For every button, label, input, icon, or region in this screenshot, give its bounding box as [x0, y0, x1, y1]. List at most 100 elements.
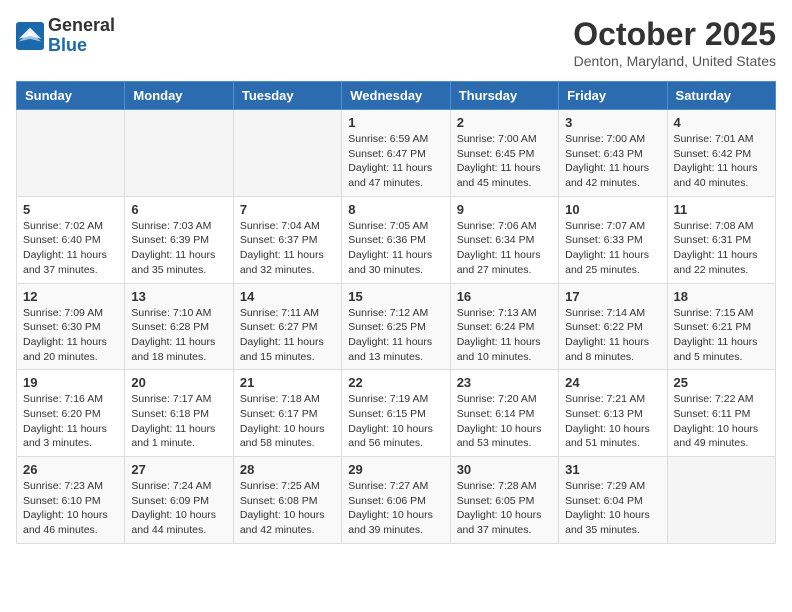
calendar-cell: 31 Sunrise: 7:29 AM Sunset: 6:04 PM Dayli… [559, 457, 667, 544]
day-number: 8 [348, 202, 443, 217]
calendar-cell: 3 Sunrise: 7:00 AM Sunset: 6:43 PM Daylig… [559, 110, 667, 197]
day-number: 13 [131, 289, 226, 304]
day-number: 5 [23, 202, 118, 217]
calendar-cell: 12 Sunrise: 7:09 AM Sunset: 6:30 PM Dayli… [17, 283, 125, 370]
day-info: Sunrise: 7:15 AM Sunset: 6:21 PM Dayligh… [674, 306, 769, 365]
day-info: Sunrise: 7:05 AM Sunset: 6:36 PM Dayligh… [348, 219, 443, 278]
weekday-header-sunday: Sunday [17, 82, 125, 110]
day-info: Sunrise: 7:16 AM Sunset: 6:20 PM Dayligh… [23, 392, 118, 451]
calendar-cell: 4Sunrise: 7:01 AM Sunset: 6:42 PM Daylig… [667, 110, 775, 197]
weekday-header-wednesday: Wednesday [342, 82, 450, 110]
calendar-cell: 18 Sunrise: 7:15 AM Sunset: 6:21 PM Dayli… [667, 283, 775, 370]
calendar-cell: 22Sunrise: 7:19 AM Sunset: 6:15 PM Dayli… [342, 370, 450, 457]
calendar-week-row: 1 Sunrise: 6:59 AM Sunset: 6:47 PM Daylig… [17, 110, 776, 197]
logo-text: General Blue [48, 16, 115, 56]
calendar-cell: 20 Sunrise: 7:17 AM Sunset: 6:18 PM Dayli… [125, 370, 233, 457]
weekday-header-thursday: Thursday [450, 82, 558, 110]
day-number: 16 [457, 289, 552, 304]
day-info: Sunrise: 7:14 AM Sunset: 6:22 PM Dayligh… [565, 306, 660, 365]
day-info: Sunrise: 7:25 AM Sunset: 6:08 PM Dayligh… [240, 479, 335, 538]
day-number: 28 [240, 462, 335, 477]
calendar-cell: 5 Sunrise: 7:02 AM Sunset: 6:40 PM Daylig… [17, 196, 125, 283]
weekday-header-row: SundayMondayTuesdayWednesdayThursdayFrid… [17, 82, 776, 110]
weekday-header-tuesday: Tuesday [233, 82, 341, 110]
day-number: 7 [240, 202, 335, 217]
calendar-week-row: 19 Sunrise: 7:16 AM Sunset: 6:20 PM Dayli… [17, 370, 776, 457]
day-info: Sunrise: 7:12 AM Sunset: 6:25 PM Dayligh… [348, 306, 443, 365]
day-number: 1 [348, 115, 443, 130]
logo-blue: Blue [48, 36, 115, 56]
calendar-cell: 9Sunrise: 7:06 AM Sunset: 6:34 PM Daylig… [450, 196, 558, 283]
day-info: Sunrise: 7:20 AM Sunset: 6:14 PM Dayligh… [457, 392, 552, 451]
day-info: Sunrise: 7:03 AM Sunset: 6:39 PM Dayligh… [131, 219, 226, 278]
calendar-cell: 11Sunrise: 7:08 AM Sunset: 6:31 PM Dayli… [667, 196, 775, 283]
day-info: Sunrise: 7:08 AM Sunset: 6:31 PM Dayligh… [674, 219, 769, 278]
day-info: Sunrise: 7:00 AM Sunset: 6:43 PM Dayligh… [565, 132, 660, 191]
weekday-header-saturday: Saturday [667, 82, 775, 110]
calendar-cell: 2Sunrise: 7:00 AM Sunset: 6:45 PM Daylig… [450, 110, 558, 197]
day-number: 24 [565, 375, 660, 390]
calendar-cell: 27Sunrise: 7:24 AM Sunset: 6:09 PM Dayli… [125, 457, 233, 544]
title-block: October 2025 Denton, Maryland, United St… [573, 16, 776, 69]
calendar-cell: 30 Sunrise: 7:28 AM Sunset: 6:05 PM Dayli… [450, 457, 558, 544]
calendar-cell: 16 Sunrise: 7:13 AM Sunset: 6:24 PM Dayli… [450, 283, 558, 370]
day-number: 4 [674, 115, 769, 130]
day-info: Sunrise: 7:22 AM Sunset: 6:11 PM Dayligh… [674, 392, 769, 451]
day-info: Sunrise: 7:28 AM Sunset: 6:05 PM Dayligh… [457, 479, 552, 538]
calendar-cell: 8 Sunrise: 7:05 AM Sunset: 6:36 PM Daylig… [342, 196, 450, 283]
day-number: 31 [565, 462, 660, 477]
day-info: Sunrise: 7:10 AM Sunset: 6:28 PM Dayligh… [131, 306, 226, 365]
calendar-cell [233, 110, 341, 197]
day-info: Sunrise: 7:27 AM Sunset: 6:06 PM Dayligh… [348, 479, 443, 538]
calendar-cell: 6Sunrise: 7:03 AM Sunset: 6:39 PM Daylig… [125, 196, 233, 283]
day-info: Sunrise: 7:23 AM Sunset: 6:10 PM Dayligh… [23, 479, 118, 538]
day-number: 29 [348, 462, 443, 477]
calendar-cell: 15 Sunrise: 7:12 AM Sunset: 6:25 PM Dayli… [342, 283, 450, 370]
day-info: Sunrise: 7:07 AM Sunset: 6:33 PM Dayligh… [565, 219, 660, 278]
calendar-cell: 26Sunrise: 7:23 AM Sunset: 6:10 PM Dayli… [17, 457, 125, 544]
day-number: 27 [131, 462, 226, 477]
day-number: 3 [565, 115, 660, 130]
calendar-cell: 25Sunrise: 7:22 AM Sunset: 6:11 PM Dayli… [667, 370, 775, 457]
calendar-cell: 29 Sunrise: 7:27 AM Sunset: 6:06 PM Dayli… [342, 457, 450, 544]
logo-icon [16, 22, 44, 50]
day-info: Sunrise: 7:02 AM Sunset: 6:40 PM Dayligh… [23, 219, 118, 278]
day-info: Sunrise: 7:17 AM Sunset: 6:18 PM Dayligh… [131, 392, 226, 451]
day-number: 15 [348, 289, 443, 304]
calendar-cell: 21Sunrise: 7:18 AM Sunset: 6:17 PM Dayli… [233, 370, 341, 457]
day-info: Sunrise: 7:13 AM Sunset: 6:24 PM Dayligh… [457, 306, 552, 365]
calendar-cell: 1 Sunrise: 6:59 AM Sunset: 6:47 PM Daylig… [342, 110, 450, 197]
calendar-cell: 24Sunrise: 7:21 AM Sunset: 6:13 PM Dayli… [559, 370, 667, 457]
day-number: 12 [23, 289, 118, 304]
day-info: Sunrise: 7:18 AM Sunset: 6:17 PM Dayligh… [240, 392, 335, 451]
calendar-week-row: 5 Sunrise: 7:02 AM Sunset: 6:40 PM Daylig… [17, 196, 776, 283]
calendar-cell: 10 Sunrise: 7:07 AM Sunset: 6:33 PM Dayli… [559, 196, 667, 283]
day-number: 18 [674, 289, 769, 304]
calendar-cell [125, 110, 233, 197]
day-info: Sunrise: 7:04 AM Sunset: 6:37 PM Dayligh… [240, 219, 335, 278]
location: Denton, Maryland, United States [573, 53, 776, 69]
logo: General Blue [16, 16, 115, 56]
day-number: 10 [565, 202, 660, 217]
day-number: 9 [457, 202, 552, 217]
calendar-cell [667, 457, 775, 544]
calendar-cell: 13 Sunrise: 7:10 AM Sunset: 6:28 PM Dayli… [125, 283, 233, 370]
day-number: 22 [348, 375, 443, 390]
day-number: 14 [240, 289, 335, 304]
day-number: 30 [457, 462, 552, 477]
day-number: 23 [457, 375, 552, 390]
calendar-cell [17, 110, 125, 197]
day-number: 19 [23, 375, 118, 390]
weekday-header-friday: Friday [559, 82, 667, 110]
calendar-table: SundayMondayTuesdayWednesdayThursdayFrid… [16, 81, 776, 544]
calendar-week-row: 12 Sunrise: 7:09 AM Sunset: 6:30 PM Dayli… [17, 283, 776, 370]
day-info: Sunrise: 7:29 AM Sunset: 6:04 PM Dayligh… [565, 479, 660, 538]
day-info: Sunrise: 6:59 AM Sunset: 6:47 PM Dayligh… [348, 132, 443, 191]
calendar-cell: 14 Sunrise: 7:11 AM Sunset: 6:27 PM Dayli… [233, 283, 341, 370]
day-info: Sunrise: 7:09 AM Sunset: 6:30 PM Dayligh… [23, 306, 118, 365]
day-info: Sunrise: 7:11 AM Sunset: 6:27 PM Dayligh… [240, 306, 335, 365]
logo-general: General [48, 16, 115, 36]
calendar-cell: 28 Sunrise: 7:25 AM Sunset: 6:08 PM Dayli… [233, 457, 341, 544]
day-number: 20 [131, 375, 226, 390]
calendar-cell: 19 Sunrise: 7:16 AM Sunset: 6:20 PM Dayli… [17, 370, 125, 457]
